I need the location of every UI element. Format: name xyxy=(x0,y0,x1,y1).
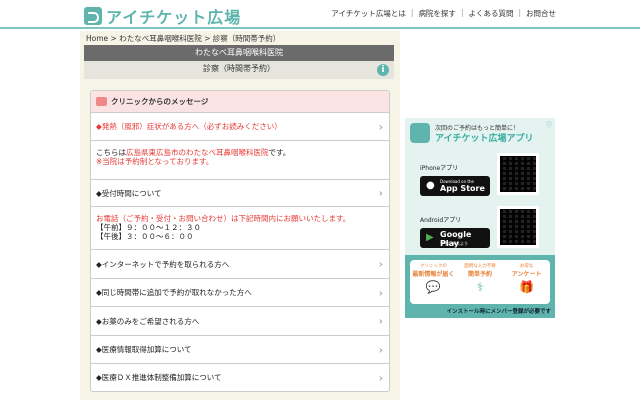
gplay-small: で手に入れよう xyxy=(440,241,468,246)
messages-title: クリニックからのメッセージ xyxy=(111,97,209,106)
feature-booking: 面倒な入力不要 簡単予約 ⚕ xyxy=(457,260,504,304)
info-icon[interactable]: i xyxy=(377,64,389,76)
appstore-label: App Store xyxy=(440,184,485,193)
hours-am: 【午前】９：００〜１２：３０ xyxy=(96,223,201,232)
android-label: Androidアプリ xyxy=(420,217,462,224)
logo-icon xyxy=(84,7,102,25)
row-label: ◆発熱（風邪）症状がある方へ（必ずお読みください） xyxy=(96,122,282,131)
iphone-qr-code xyxy=(497,153,539,195)
service-title: 診察（時間帯予約） xyxy=(203,64,275,73)
row-label: ◆医療情報取得加算について xyxy=(96,345,192,354)
feature-survey: お得な アンケート 🎁 xyxy=(503,260,550,304)
chevron-right-icon: › xyxy=(378,186,383,200)
top-nav: アイチケット広場とは | 病院を探す | よくある質問 | お問合せ xyxy=(331,8,556,19)
site-logo[interactable]: アイチケット広場 xyxy=(84,4,241,28)
message-fever[interactable]: ◆発熱（風邪）症状がある方へ（必ずお読みください） › xyxy=(91,112,389,140)
chevron-right-icon: › xyxy=(378,120,383,133)
chevron-right-icon: › xyxy=(378,371,383,384)
chevron-right-icon: › xyxy=(378,314,383,328)
breadcrumb[interactable]: Home > わたなべ耳鼻咽喉科医院 > 診察（時間帯予約） xyxy=(86,33,280,44)
logo-text: アイチケット広場 xyxy=(106,8,242,27)
chevron-right-icon: › xyxy=(378,286,383,299)
nav-about[interactable]: アイチケット広場とは xyxy=(331,8,406,19)
row-label: ◆インターネットで予約を取られる方へ xyxy=(96,259,230,269)
message-item[interactable]: ◆お薬のみをご希望される方へ › xyxy=(91,306,389,335)
phone-text: お電話（ご予約・受付・お問い合わせ）は下記時間内にお願いいたします。 xyxy=(96,214,351,223)
site-header: アイチケット広場 アイチケット広場とは | 病院を探す | よくある質問 | お問合せ xyxy=(0,0,640,29)
intro-text-end: です。 xyxy=(268,148,291,157)
row-label: ◆お薬のみをご希望される方へ xyxy=(96,316,200,326)
app-ad-banner[interactable]: 次回のご予約はもっと簡単に！ アイチケット広場アプリ ⓘ iPhoneアプリ ●… xyxy=(405,118,555,318)
message-item[interactable]: ◆同じ時間帯に追加で予約が取れなかった方へ › xyxy=(91,278,389,306)
service-title-bar: 診察（時間帯予約） i xyxy=(84,61,394,79)
chevron-right-icon: › xyxy=(378,257,383,271)
nav-contact[interactable]: お問合せ xyxy=(526,8,556,19)
banner-title: アイチケット広場アプリ xyxy=(435,134,534,144)
ad-info-icon[interactable]: ⓘ xyxy=(546,120,552,129)
intro-text: こちらは xyxy=(96,148,126,157)
app-store-button[interactable]: ● Download on the App Store xyxy=(420,176,490,196)
message-item[interactable]: ◆医療情報取得加算について › xyxy=(91,335,389,363)
row-label: ◆医療ＤＸ推進体制整備加算について xyxy=(96,373,222,382)
intro-note: ※当院は予約制となっております。 xyxy=(96,157,214,166)
clinic-name: わたなべ耳鼻咽喉科医院 xyxy=(84,45,394,61)
play-icon: ▶ xyxy=(426,232,434,243)
google-play-button[interactable]: ▶ Google Play で手に入れよう xyxy=(420,228,490,248)
intro-location: 広島県東広島市のわたなべ耳鼻咽喉科医院 xyxy=(126,148,269,157)
message-item[interactable]: ◆インターネットで予約を取られる方へ › xyxy=(91,249,389,278)
banner-note: インストール時にメンバー登録が必要です xyxy=(446,309,551,315)
stethoscope-icon: ⚕ xyxy=(476,280,484,294)
android-qr-code xyxy=(497,206,539,248)
message-item[interactable]: ◆医療ＤＸ推進体制整備加算について › xyxy=(91,363,389,391)
messages-header: クリニックからのメッセージ xyxy=(91,91,389,112)
features-panel: クリニックの 最新情報が届く 💬 面倒な入力不要 簡単予約 ⚕ お得な アンケート 🎁 イン… xyxy=(405,255,555,318)
nav-search-hospital[interactable]: 病院を探す xyxy=(418,8,456,19)
chevron-right-icon: › xyxy=(378,343,383,356)
feature-news: クリニックの 最新情報が届く 💬 xyxy=(410,260,457,304)
iphone-label: iPhoneアプリ xyxy=(420,165,459,172)
gift-icon: 🎁 xyxy=(519,280,535,294)
message-phone-hours: お電話（ご予約・受付・お問い合わせ）は下記時間内にお願いいたします。 【午前】９：… xyxy=(91,206,389,249)
row-label: ◆同じ時間帯に追加で予約が取れなかった方へ xyxy=(96,288,252,297)
message-intro: こちらは広島県東広島市のわたなべ耳鼻咽喉科医院です。 ※当院は予約制となっておりま… xyxy=(91,140,389,179)
nav-faq[interactable]: よくある質問 xyxy=(468,8,513,19)
clinic-messages: クリニックからのメッセージ ◆発熱（風邪）症状がある方へ（必ずお読みください） ›… xyxy=(90,90,390,392)
apple-icon: ● xyxy=(426,180,435,191)
hours-pm: 【午後】３：００〜６：００ xyxy=(96,232,194,241)
app-logo-icon xyxy=(410,123,430,143)
chat-bubble-icon: 💬 xyxy=(425,280,441,294)
row-label: ◆受付時間について xyxy=(96,188,162,198)
message-reception-hours[interactable]: ◆受付時間について › xyxy=(91,179,389,206)
message-icon xyxy=(96,97,107,106)
main-content: Home > わたなべ耳鼻咽喉科医院 > 診察（時間帯予約） わたなべ耳鼻咽喉科… xyxy=(80,31,400,400)
